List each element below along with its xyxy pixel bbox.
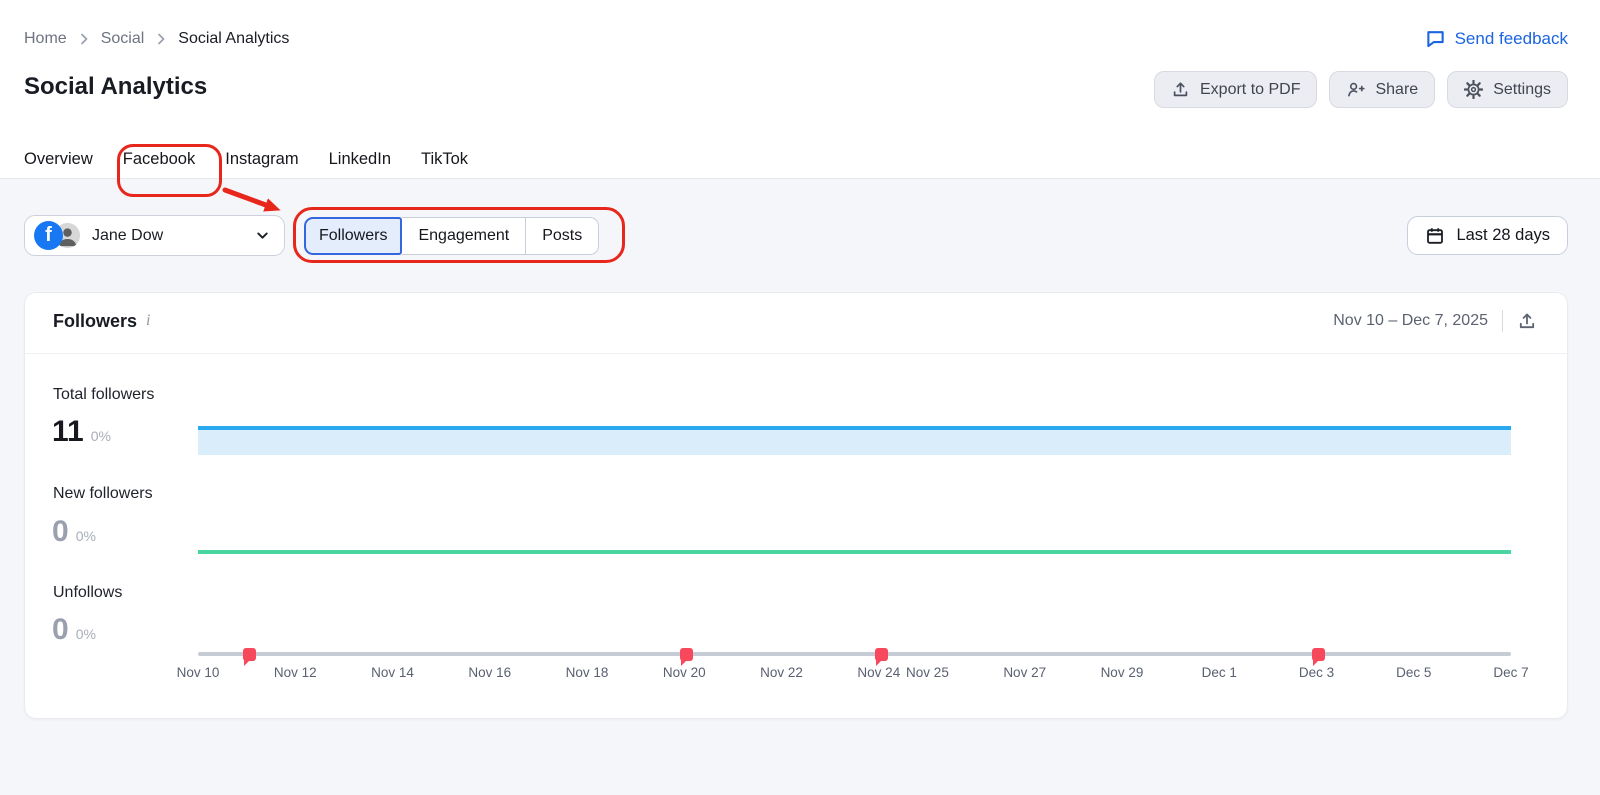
tab-tiktok[interactable]: TikTok [421, 150, 468, 181]
total-followers-change: 0% [90, 428, 111, 444]
share-button[interactable]: Share [1329, 71, 1436, 108]
settings-button[interactable]: Settings [1447, 71, 1568, 108]
post-marker-flag-icon[interactable] [874, 648, 888, 666]
unfollows-label: Unfollows [53, 584, 123, 601]
send-feedback-label: Send feedback [1454, 28, 1568, 48]
followers-chart: Nov 10 Nov 12 Nov 14 Nov 16 Nov 18 Nov 20 Nov … [177, 293, 1529, 718]
x-tick-label: Nov 16 [468, 665, 512, 680]
breadcrumb-social[interactable]: Social [101, 30, 145, 48]
calendar-icon [1425, 226, 1445, 246]
header-actions: Export to PDF Share Settings [1154, 71, 1568, 108]
account-name: Jane Dow [92, 226, 164, 244]
date-filter-label: Last 28 days [1456, 226, 1550, 244]
tab-instagram[interactable]: Instagram [225, 150, 298, 181]
post-marker-flag-icon[interactable] [1312, 648, 1326, 666]
social-analytics-page: Home Social Social Analytics Send feedba… [0, 0, 1600, 795]
breadcrumb-current: Social Analytics [178, 30, 290, 47]
metric-tab-engagement[interactable]: Engagement [402, 217, 527, 255]
x-tick-label: Nov 14 [371, 665, 414, 680]
gear-icon [1464, 80, 1484, 99]
export-pdf-icon [1171, 80, 1190, 99]
post-marker-flag-icon[interactable] [680, 648, 694, 666]
export-to-pdf-label: Export to PDF [1200, 80, 1301, 98]
info-icon[interactable]: i [146, 312, 150, 330]
unfollows-value: 0 0% [52, 615, 96, 645]
post-marker-flag-icon[interactable] [242, 648, 256, 666]
new-followers-line [198, 550, 1511, 554]
x-tick-label: Nov 29 [1100, 665, 1144, 680]
x-tick-label: Dec 1 [1201, 665, 1237, 680]
x-tick-label: Dec 3 [1298, 665, 1335, 680]
post-marker-flag-tail [243, 660, 250, 666]
x-tick-label: Nov 18 [565, 665, 609, 680]
share-label: Share [1375, 80, 1419, 98]
total-followers-area-fill [198, 430, 1511, 455]
settings-label: Settings [1493, 80, 1551, 98]
facebook-logo-icon: f [34, 221, 63, 250]
metric-toggle: Followers Engagement Posts [304, 217, 600, 255]
tab-overview[interactable]: Overview [24, 150, 93, 181]
x-tick-label: Nov 10 [176, 665, 220, 680]
unfollows-number: 0 [52, 613, 69, 646]
total-followers-label: Total followers [53, 386, 155, 403]
unfollows-change: 0% [75, 626, 96, 642]
breadcrumb-home[interactable]: Home [24, 30, 67, 48]
metric-tab-posts[interactable]: Posts [526, 217, 600, 255]
send-feedback-link[interactable]: Send feedback [1425, 28, 1568, 49]
new-followers-label: New followers [53, 485, 153, 502]
tab-facebook[interactable]: Facebook [122, 150, 196, 181]
x-tick-label: Dec 5 [1396, 665, 1432, 680]
page-title: Social Analytics [24, 73, 208, 100]
x-tick-label: Nov 20 [662, 665, 706, 680]
followers-card: Followers i Nov 10 – Dec 7, 2025 Total f… [24, 292, 1568, 719]
network-tabs: Overview Facebook Instagram LinkedIn Tik… [24, 150, 468, 181]
x-tick-label: Nov 22 [760, 665, 803, 680]
share-person-plus-icon [1346, 80, 1366, 99]
x-tick-label: Nov 27 [1003, 665, 1047, 680]
new-followers-value: 0 0% [52, 517, 96, 547]
x-tick-label: Nov 12 [273, 665, 317, 680]
chevron-right-icon [79, 33, 89, 45]
x-tick-label: Dec 7 [1493, 665, 1529, 680]
x-tick-label: Nov 24 [857, 665, 901, 680]
card-title: Followers [53, 310, 138, 331]
card-export-icon[interactable] [1517, 311, 1537, 331]
chevron-down-icon [255, 228, 270, 243]
total-followers-value: 11 0% [52, 417, 111, 447]
new-followers-number: 0 [52, 515, 69, 548]
export-to-pdf-button[interactable]: Export to PDF [1154, 71, 1318, 108]
x-tick-label: Nov 25 [906, 665, 949, 680]
speech-bubble-icon [1425, 28, 1446, 49]
new-followers-change: 0% [75, 528, 96, 544]
tab-linkedin[interactable]: LinkedIn [329, 150, 391, 181]
date-range-filter-button[interactable]: Last 28 days [1407, 216, 1568, 255]
total-followers-number: 11 [52, 415, 84, 448]
account-selector[interactable]: f Jane Dow [24, 215, 285, 256]
chevron-right-icon [156, 33, 166, 45]
metric-tab-followers[interactable]: Followers [304, 217, 403, 255]
breadcrumb: Home Social Social Analytics [24, 30, 289, 48]
